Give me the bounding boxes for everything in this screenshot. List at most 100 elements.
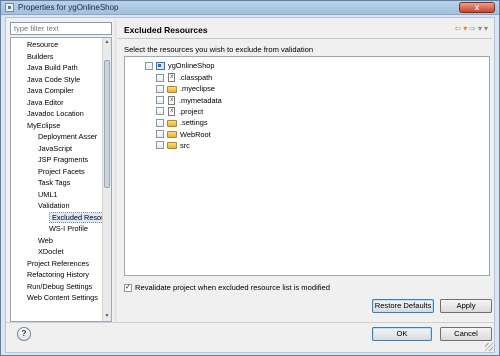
view-menu-icon[interactable]: ▾ [484,24,488,34]
apply-button[interactable]: Apply [440,299,492,313]
nav-item[interactable]: Project Facets [11,166,103,178]
nav-item[interactable]: Builders [11,51,103,63]
resource-checkbox[interactable] [156,141,164,150]
file-icon [168,95,175,105]
resource-checkbox[interactable] [156,73,164,82]
folder-icon [167,119,177,127]
nav-item-label: Javadoc Location [27,109,84,118]
app-icon [5,3,14,12]
nav-item[interactable]: Java Editor [11,97,103,109]
nav-item-label: WS-I Profile [49,224,88,233]
resource-checkbox[interactable] [156,96,164,105]
ok-button[interactable]: OK [372,327,432,341]
resource-checkbox[interactable] [156,130,164,138]
tree-row[interactable]: .myeclipse [156,83,215,94]
tree-row[interactable]: WebRoot [156,129,211,140]
tree-row-root[interactable]: ygOnlineShop [145,60,214,71]
tree-row[interactable]: src [156,140,190,151]
nav-item-label: Web [38,235,53,245]
page-title: Excluded Resources [124,25,208,35]
file-icon [168,106,175,116]
resource-label: .settings [180,118,208,128]
filter-input[interactable] [10,22,112,35]
nav-item[interactable]: Refactoring History [11,269,103,281]
resource-label: src [180,140,190,150]
nav-item-label: Task Tags [38,178,71,187]
back-dropdown-icon[interactable]: ▾ [463,24,467,34]
tree-row[interactable]: .mymetadata [156,95,222,106]
nav-item[interactable]: Javadoc Location [11,108,103,120]
nav-item-label: JavaScript [38,143,73,153]
nav-item-label: Java Editor [27,97,64,107]
nav-item[interactable]: Excluded Resou [11,211,103,224]
resource-label: .mymetadata [179,95,222,105]
nav-item[interactable]: UML1 [11,189,103,201]
dialog-body: Resource Builders Java Build Path Java Code… [5,17,495,353]
nav-item[interactable]: MyEclipse [11,120,103,132]
nav-item[interactable]: JSP Fragments [11,154,103,166]
cancel-button[interactable]: Cancel [440,327,492,341]
nav-item-label: Excluded Resou [49,211,103,223]
folder-icon [167,85,177,93]
resource-checkbox[interactable] [156,84,164,93]
nav-item-label: Run/Debug Settings [27,281,93,291]
nav-item[interactable]: Validation [11,200,103,212]
project-icon [156,61,165,70]
close-button[interactable]: x [459,2,495,13]
tree-row[interactable]: .project [156,106,203,117]
nav-item-label: Java Build Path [27,63,78,72]
title-bar[interactable]: Properties for ygOnlineShop x [1,1,499,15]
scrollbar-thumb[interactable] [104,60,110,188]
tree-scrollbar[interactable]: ▲ ▼ [102,38,111,321]
nav-item[interactable]: Java Code Style [11,74,103,86]
properties-dialog: Properties for ygOnlineShop x Resource Bu… [0,0,500,356]
forward-arrow-icon[interactable]: ⇨ [469,24,476,34]
resource-checkbox[interactable] [156,118,164,127]
nav-item[interactable]: Web Content Settings [11,292,103,304]
nav-item[interactable]: JavaScript [11,143,103,155]
revalidate-option[interactable]: Revalidate project when excluded resourc… [124,283,330,292]
revalidate-label: Revalidate project when excluded resourc… [135,283,331,292]
history-navigation: ⇦ ▾ ⇨ ▾ ▾ [455,24,488,34]
nav-item[interactable]: WS-I Profile [11,223,103,235]
resource-label: WebRoot [180,129,211,139]
nav-item-label: Web Content Settings [27,293,98,302]
resource-checkbox[interactable] [156,107,164,116]
file-icon [168,73,175,82]
restore-defaults-button[interactable]: Restore Defaults [372,299,434,313]
property-page-list: Resource Builders Java Build Path Java Code… [11,39,103,304]
pane-divider[interactable] [114,20,117,322]
nav-item[interactable]: Web [11,235,103,247]
nav-item-label: Deployment Asser [38,132,98,141]
nav-item-label: Project References [27,258,90,268]
revalidate-checkbox[interactable] [124,283,132,292]
tree-row[interactable]: .classpath [156,72,212,83]
nav-item[interactable]: Resource [11,39,103,51]
nav-item[interactable]: Java Compiler [11,85,103,97]
nav-item[interactable]: Run/Debug Settings [11,281,103,293]
nav-item-label: Project Facets [38,166,85,176]
forward-dropdown-icon[interactable]: ▾ [478,24,482,34]
help-icon[interactable]: ? [17,327,31,341]
nav-item-label: Refactoring History [27,270,90,279]
resource-tree: ygOnlineShop .classpath .myeclipse.mymeta… [124,56,490,276]
tree-row[interactable]: .settings [156,117,208,128]
nav-item[interactable]: Deployment Asser [11,131,103,143]
nav-item-label: Java Compiler [27,86,74,95]
scroll-down-icon[interactable]: ▼ [104,313,110,320]
nav-item-label: JSP Fragments [38,155,89,164]
nav-item[interactable]: Project References [11,258,103,270]
nav-item-label: Resource [27,40,59,49]
resize-grip[interactable] [485,343,493,351]
nav-item-label: Builders [27,51,54,61]
back-arrow-icon[interactable]: ⇦ [455,24,462,34]
nav-item[interactable]: Java Build Path [11,62,103,74]
root-checkbox[interactable] [145,61,153,70]
nav-item-label: Validation [38,201,70,210]
scroll-up-icon[interactable]: ▲ [104,39,110,46]
nav-item-label: XDoclet [38,247,64,256]
root-label: ygOnlineShop [168,61,215,70]
folder-icon [167,142,177,150]
nav-item[interactable]: Task Tags [11,177,103,189]
nav-item[interactable]: XDoclet [11,246,103,258]
